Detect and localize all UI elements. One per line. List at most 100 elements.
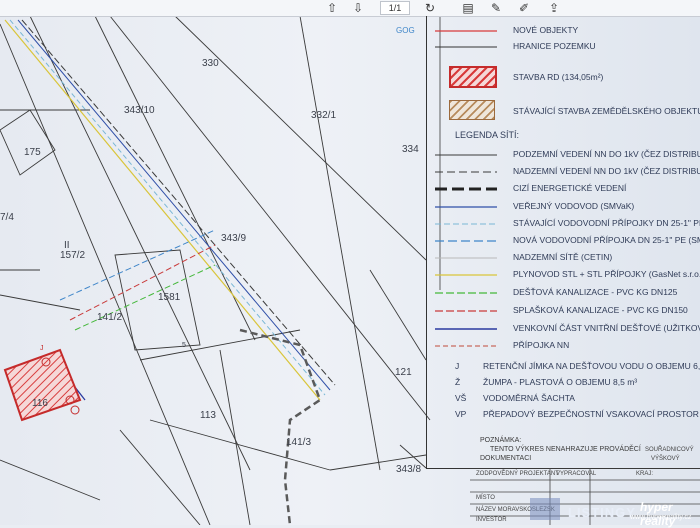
legend-code: J: [455, 361, 460, 371]
legend-row-cesspool: Ž ŽUMPA - PLASTOVÁ O OBJEMU 8,5 m³: [427, 376, 700, 390]
legend-symbol: [435, 223, 497, 225]
parcel-141-2: 141/2: [97, 312, 123, 323]
legend-code: VP: [455, 409, 467, 419]
watermark-logo-block: [530, 498, 560, 520]
page-down-icon[interactable]: ⇩: [350, 0, 366, 16]
legend-label: VENKOVNÍ ČÁST VNITŘNÍ DEŠŤOVÉ (UŽITKOVÉ)…: [513, 323, 700, 333]
legend-row-overflow: VP PŘEPADOVÝ BEZPEČNOSTNÍ VSAKOVACÍ PROS…: [427, 408, 700, 422]
legend-label: PODZEMNÍ VEDENÍ NN DO 1kV (ČEZ DISTRIBU: [513, 149, 700, 159]
legend-label: STAVBA RD (134,05m²): [513, 72, 604, 82]
legend-symbol: [435, 345, 497, 347]
parcel-330: 330: [202, 58, 219, 69]
legend-row-cetin: NADZEMNÍ SÍTĚ (CETIN): [427, 251, 700, 265]
red-hatch-swatch: [449, 66, 497, 88]
legend-symbol: [435, 240, 497, 242]
legend-symbol: [435, 206, 497, 208]
legend-networks-heading: LEGENDA SÍTÍ:: [455, 130, 520, 140]
legend-label: PLYNOVOD STL + STL PŘÍPOJKY (GasNet s.r.…: [513, 269, 700, 279]
legend-label: STÁVAJÍCÍ STAVBA ZEMĚDĚLSKÉHO OBJEKTU: [513, 106, 700, 116]
rotate-icon[interactable]: ↻: [422, 0, 438, 16]
page-total: /1: [393, 3, 402, 13]
legend-label: NADZEMNÍ VEDENÍ NN DO 1kV (ČEZ DISTRIBU: [513, 166, 700, 176]
legend-label: VEŘEJNÝ VODOVOD (SMVaK): [513, 201, 635, 211]
parcel-141-3: 141/3: [286, 437, 312, 448]
legend-label: ŽUMPA - PLASTOVÁ O OBJEMU 8,5 m³: [483, 377, 638, 387]
legend-row-new-water: NOVÁ VODOVODNÍ PŘÍPOJKA DN 25-1" PE (SM: [427, 234, 700, 248]
legend-row-public-water: VEŘEJNÝ VODOVOD (SMVaK): [427, 200, 700, 214]
legend-symbol: [435, 46, 497, 48]
title-region: KRAJ:: [636, 471, 654, 477]
legend-code: Ž: [455, 377, 461, 387]
legend-row-retention-tank: J RETENČNÍ JÍMKA NA DEŠŤOVOU VODU O OBJE…: [427, 360, 700, 374]
title-designer: ZODPOVĚDNÝ PROJEKTANT: [476, 471, 559, 477]
parcel-332-1: 332/1: [311, 110, 337, 121]
legend-label: CIZÍ ENERGETICKÉ VEDENÍ: [513, 183, 627, 193]
legend-row-rain-outdoor: VENKOVNÍ ČÁST VNITŘNÍ DEŠŤOVÉ (UŽITKOVÉ)…: [427, 322, 700, 336]
legend-row-connection-nn: PŘÍPOJKA NN: [427, 339, 700, 353]
title-coordinates: SOUŘADNICOVÝ: [645, 447, 694, 453]
marker-5: 5: [182, 342, 186, 349]
parcel-116: 116: [32, 398, 48, 409]
title-investor: INVESTOR: [476, 517, 507, 523]
legend-symbol: [435, 257, 497, 259]
title-prepared: VYPRACOVAL: [556, 471, 597, 477]
page-indicator[interactable]: 1/1: [380, 1, 410, 15]
comment-icon[interactable]: ▤: [460, 0, 476, 16]
legend-label: NOVÁ VODOVODNÍ PŘÍPOJKA DN 25-1" PE (SM: [513, 235, 700, 245]
legend-row-sewage: SPLAŠKOVÁ KANALIZACE - PVC KG DN150: [427, 304, 700, 318]
parcel-334: 334: [402, 144, 419, 155]
legend-symbol: [435, 187, 497, 191]
title-location: MÍSTO: [476, 495, 495, 501]
gog-label: GOG: [396, 26, 415, 35]
legend-row-new-objects: NOVÉ OBJEKTY: [427, 24, 700, 38]
legend-label: RETENČNÍ JÍMKA NA DEŠŤOVOU VODU O OBJEMU…: [483, 361, 700, 371]
highlighter-icon[interactable]: ✐: [516, 0, 532, 16]
viewer-toolbar: ⇧ ⇩ 1/1 ↻ ▤ ✎ ✐ ⇪: [0, 0, 700, 17]
legend-label: NOVÉ OBJEKTY: [513, 25, 579, 35]
legend-symbol: [435, 154, 497, 156]
legend-symbol: [435, 274, 497, 276]
legend-row-foreign-power: CIZÍ ENERGETICKÉ VEDENÍ: [427, 182, 700, 196]
legend-label: NADZEMNÍ SÍTĚ (CETIN): [513, 252, 613, 262]
legend-symbol: [435, 310, 497, 312]
share-icon[interactable]: ⇪: [546, 0, 562, 16]
parcel-7-4: 7/4: [0, 212, 14, 223]
note-line-1: TENTO VÝKRES NENAHRAZUJE PROVÁDĚCÍ: [490, 446, 641, 453]
pen-icon[interactable]: ✎: [488, 0, 504, 16]
watermark-brand: LISTINGY: [568, 505, 636, 520]
legend-label: HRANICE POZEMKU: [513, 41, 596, 51]
title-coord-sub: VÝŠKOVÝ: [651, 456, 680, 462]
parcel-343-8: 343/8: [396, 464, 422, 475]
parcel-175: 175: [24, 147, 41, 158]
legend-symbol: [435, 292, 497, 294]
legend-row-overhead-nn: NADZEMNÍ VEDENÍ NN DO 1kV (ČEZ DISTRIBU: [427, 165, 700, 179]
legend-label: DEŠŤOVÁ KANALIZACE - PVC KG DN125: [513, 287, 678, 297]
parcel-121: 121: [395, 367, 412, 378]
legend-row-existing-building: STÁVAJÍCÍ STAVBA ZEMĚDĚLSKÉHO OBJEKTU: [427, 98, 700, 124]
legend-row-boundary: HRANICE POZEMKU: [427, 40, 700, 54]
parcel-ii: II: [64, 240, 70, 251]
legend-row-gas: PLYNOVOD STL + STL PŘÍPOJKY (GasNet s.r.…: [427, 268, 700, 282]
legend-panel: NOVÉ OBJEKTY HRANICE POZEMKU STAVBA RD (…: [426, 16, 700, 469]
legend-code: VŠ: [455, 393, 467, 403]
note-line-2: DOKUMENTACI: [480, 455, 532, 462]
legend-label: STÁVAJÍCÍ VODOVODNÍ PŘÍPOJKY DN 25-1" PE: [513, 218, 700, 228]
parcel-157-2: 157/2: [60, 250, 86, 261]
legend-label: VODOMĚRNÁ ŠACHTA: [483, 393, 575, 403]
legend-row-existing-water: STÁVAJÍCÍ VODOVODNÍ PŘÍPOJKY DN 25-1" PE: [427, 217, 700, 231]
legend-label: PŘÍPOJKA NN: [513, 340, 570, 350]
legend-row-storm-sewer: DEŠŤOVÁ KANALIZACE - PVC KG DN125: [427, 286, 700, 300]
marker-j: J: [40, 345, 44, 352]
note-heading: POZNÁMKA:: [480, 437, 522, 444]
page-up-icon[interactable]: ⇧: [324, 0, 340, 16]
parcel-113: 113: [200, 410, 216, 421]
parcel-343-9: 343/9: [221, 233, 247, 244]
legend-label: SPLAŠKOVÁ KANALIZACE - PVC KG DN150: [513, 305, 688, 315]
legend-symbol: [435, 30, 497, 32]
legend-symbol: [435, 328, 497, 330]
brown-hatch-swatch: [449, 100, 495, 120]
watermark-url: www.hyperreality.cz: [630, 514, 692, 521]
parcel-343-10: 343/10: [124, 105, 155, 116]
legend-label: PŘEPADOVÝ BEZPEČNOSTNÍ VSAKOVACÍ PROSTOR…: [483, 409, 700, 419]
parcel-1581: 1581: [158, 292, 181, 303]
